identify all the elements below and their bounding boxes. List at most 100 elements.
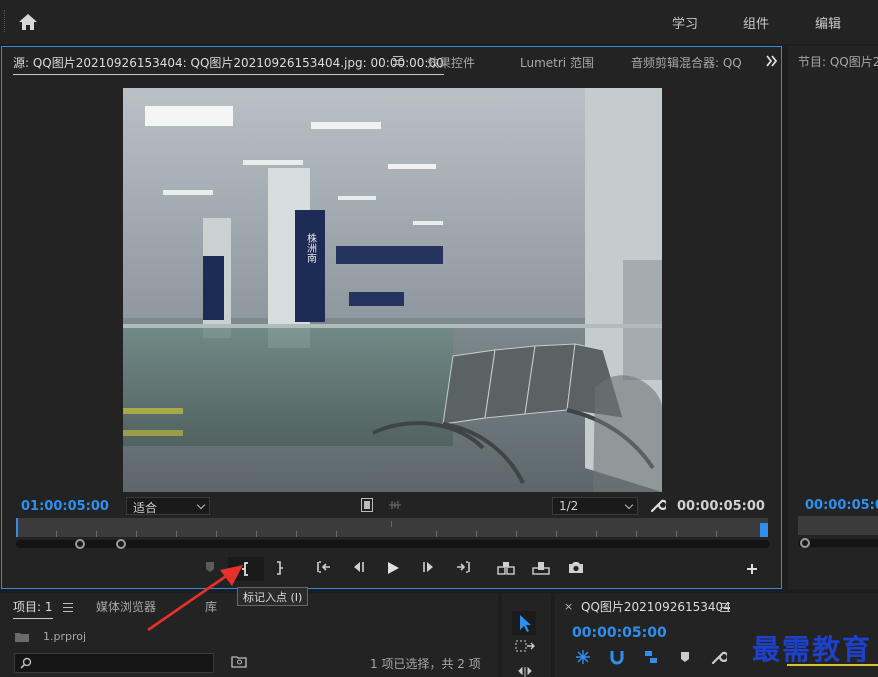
ruler-tick (176, 531, 177, 537)
export-frame-button[interactable] (565, 561, 587, 579)
project-file-name: 1.prproj (43, 630, 87, 643)
step-forward-button[interactable] (418, 561, 440, 579)
tab-effect-controls[interactable]: 效果控件 (427, 54, 475, 71)
button-editor-add[interactable] (741, 563, 763, 581)
tools-panel (502, 593, 551, 677)
station-hall-image: 株洲南 (123, 88, 662, 492)
zoom-select[interactable]: 适合 (126, 497, 210, 515)
ruler-tick (136, 531, 137, 537)
resolution-select[interactable]: 1/2 (552, 497, 638, 515)
tab-audio-clip-mixer[interactable]: 音频剪辑混合器: QQ (631, 54, 743, 71)
go-to-in-icon (317, 561, 330, 573)
svg-text:株洲南: 株洲南 (305, 232, 317, 263)
resolution-select-value: 1/2 (559, 499, 579, 513)
program-time-ruler[interactable] (798, 516, 878, 535)
ruler-tick (596, 531, 597, 537)
source-zoom-scrollbar[interactable] (16, 539, 770, 549)
selection-tool-icon (520, 615, 531, 632)
annotation-arrow-icon (147, 565, 243, 632)
zoom-select-value: 适合 (133, 501, 158, 515)
panel-menu-icon[interactable] (720, 603, 730, 612)
chevron-down-icon (624, 500, 634, 510)
workspace-editing[interactable]: 编辑 (815, 13, 841, 32)
tab-project[interactable]: 项目: 1 (13, 598, 53, 619)
scrollbar-handle-left[interactable] (75, 539, 85, 549)
add-button-icon (747, 564, 757, 574)
play-icon (388, 562, 399, 574)
export-frame-icon (569, 562, 583, 573)
workspace-learn[interactable]: 学习 (672, 13, 698, 32)
wrench-icon[interactable] (650, 497, 666, 513)
ruler-tick (516, 531, 517, 537)
program-scrollbar[interactable] (798, 538, 878, 548)
ruler-tick (636, 531, 637, 537)
source-time-ruler[interactable] (16, 518, 768, 537)
ruler-tick (296, 531, 297, 537)
close-icon[interactable]: × (564, 600, 573, 613)
scrollbar-handle-right[interactable] (116, 539, 126, 549)
source-monitor-panel: 源: QQ图片20210926153404: QQ图片2021092615340… (1, 46, 782, 589)
drag-audio-icon[interactable] (388, 500, 402, 510)
insert-button[interactable] (495, 561, 517, 579)
playhead-marker[interactable] (760, 523, 768, 537)
go-to-out-button[interactable] (452, 561, 474, 579)
ruler-tick (96, 531, 97, 537)
grip-divider (4, 10, 6, 32)
nest-icon[interactable] (575, 649, 591, 665)
panel-menu-icon[interactable] (63, 603, 73, 612)
workspace-assembly[interactable]: 组件 (743, 13, 769, 32)
home-icon[interactable] (18, 13, 38, 31)
ruler-tick (556, 531, 557, 537)
ruler-tick (56, 531, 57, 537)
source-tab-row: 源: QQ图片20210926153404: QQ图片2021092615340… (2, 47, 781, 75)
ruler-tick (476, 531, 477, 537)
playhead-start[interactable] (16, 518, 18, 537)
go-to-out-icon (457, 561, 470, 573)
tab-source[interactable]: 源: QQ图片20210926153404: QQ图片2021092615340… (13, 54, 444, 75)
step-back-button[interactable] (347, 561, 369, 579)
snap-icon[interactable] (610, 649, 624, 665)
tab-program[interactable]: 节目: QQ图片2 (798, 53, 878, 70)
source-timecode-current[interactable]: 01:00:05:00 (21, 499, 109, 514)
go-to-in-button[interactable] (313, 561, 335, 579)
expand-icon[interactable] (766, 55, 778, 67)
chevron-down-icon (196, 500, 206, 510)
timeline-timecode[interactable]: 00:00:05:00 (572, 625, 667, 641)
program-timecode[interactable]: 00:00:05:00 (805, 498, 878, 513)
source-video-frame: 株洲南 (123, 88, 662, 492)
source-timecode-duration: 00:00:05:00 (677, 499, 765, 514)
ruler-tick (336, 531, 337, 537)
insert-icon (497, 562, 515, 575)
ruler-tick (716, 531, 717, 537)
ruler-center-mark (391, 521, 392, 527)
track-select-tool-icon[interactable] (515, 640, 535, 656)
program-monitor-panel: 节目: QQ图片2 00:00:05:00 (788, 46, 878, 589)
scrollbar-handle-left[interactable] (800, 538, 810, 548)
ruler-tick (216, 531, 217, 537)
overwrite-button[interactable] (530, 561, 552, 579)
film-icon[interactable] (361, 498, 373, 512)
search-icon (20, 657, 32, 669)
step-forward-icon (423, 562, 433, 572)
ruler-tick (676, 531, 677, 537)
ruler-tick (256, 531, 257, 537)
selection-status: 1 项已选择，共 2 项 (370, 657, 481, 671)
ripple-edit-tool-icon[interactable] (516, 666, 534, 677)
project-search-input[interactable] (14, 653, 214, 673)
overwrite-icon (532, 562, 550, 575)
linked-selection-icon[interactable] (643, 649, 659, 665)
add-marker-icon[interactable] (680, 651, 690, 663)
selection-tool[interactable] (512, 611, 536, 635)
watermark-logo: 最需教育 (752, 633, 873, 666)
new-search-bin-icon[interactable] (231, 655, 247, 668)
tab-sequence[interactable]: QQ图片20210926153404 (581, 598, 731, 618)
panel-menu-icon[interactable] (393, 56, 403, 65)
mark-out-icon (277, 561, 283, 575)
workspace-bar: 学习 组件 编辑 (0, 0, 878, 44)
ruler-tick (436, 531, 437, 537)
play-button[interactable] (382, 561, 404, 579)
tab-lumetri-scopes[interactable]: Lumetri 范围 (520, 54, 594, 71)
step-back-icon (354, 562, 364, 572)
wrench-icon[interactable] (711, 649, 727, 665)
mark-out-button[interactable] (268, 561, 290, 579)
